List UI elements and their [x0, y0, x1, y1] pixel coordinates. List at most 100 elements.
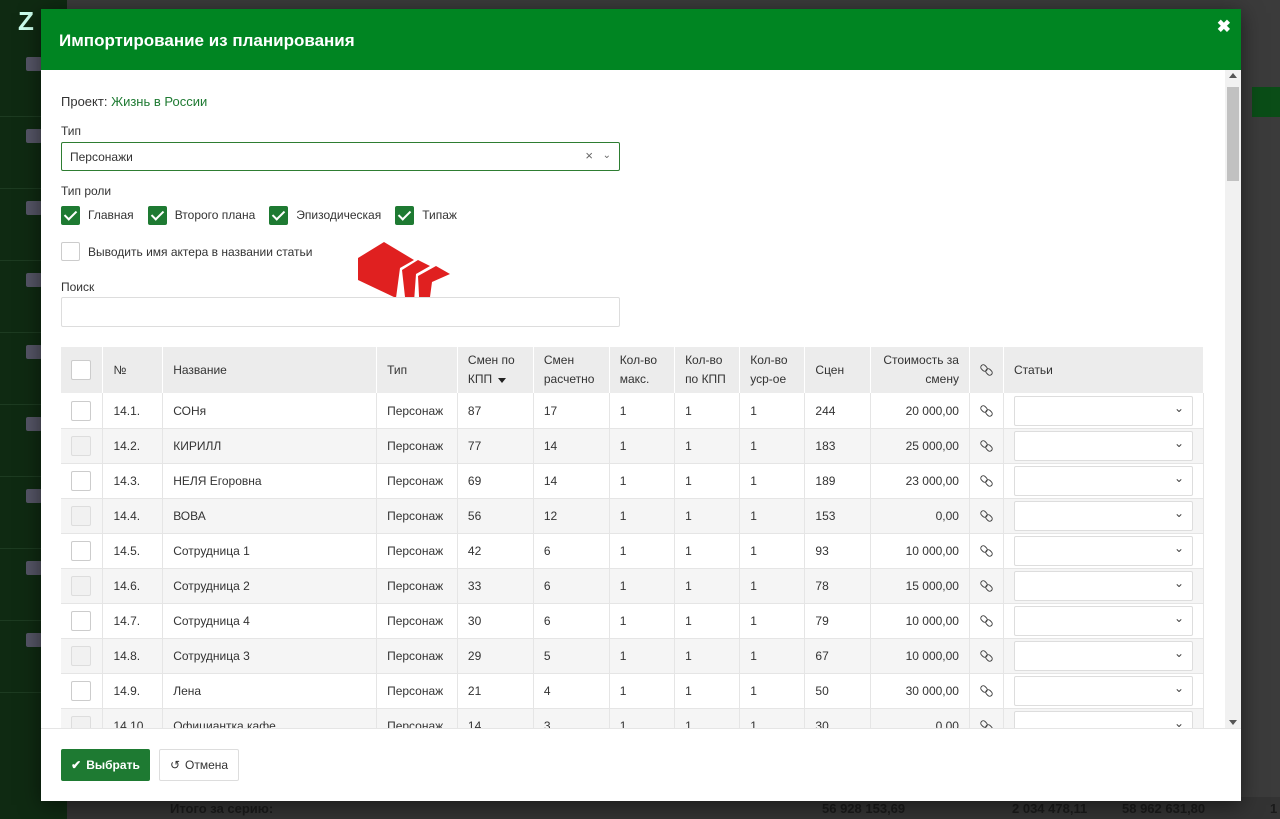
col-qty-kpp[interactable]: Кол-во по КПП — [674, 347, 741, 394]
cell-shifts_kpp: 14 — [457, 708, 534, 728]
cancel-button[interactable]: ↺ Отмена — [159, 749, 239, 781]
article-select[interactable] — [1014, 605, 1193, 636]
close-icon[interactable]: ✖ — [1217, 17, 1231, 37]
select-button[interactable]: ✔ Выбрать — [61, 749, 150, 781]
role-secondary[interactable]: Второго плана — [147, 205, 255, 225]
col-qty-max[interactable]: Кол-во макс. — [609, 347, 676, 394]
link-icon[interactable] — [980, 650, 992, 660]
col-scenes[interactable]: Сцен — [804, 347, 871, 394]
modal-title: Импортирование из планирования — [59, 31, 355, 50]
link-icon[interactable] — [980, 545, 992, 555]
link-icon[interactable] — [980, 685, 992, 695]
checkbox-checked[interactable] — [269, 205, 289, 225]
table-row[interactable]: 14.10. Официантка кафе Персонаж 14 3 1 1 1 30 0,0… — [61, 708, 1204, 728]
row-checkbox[interactable] — [71, 540, 91, 561]
type-select-value: Персонажи — [70, 150, 133, 164]
cell-cost: 0,00 — [870, 708, 970, 728]
row-checkbox[interactable] — [71, 715, 91, 728]
table-row[interactable]: 14.1. СОНя Персонаж 87 17 1 1 1 244 20 000,00 — [61, 393, 1204, 429]
role-type-cast[interactable]: Типаж — [395, 205, 457, 225]
cell-shifts_kpp: 33 — [457, 568, 534, 604]
modal-scrollbar[interactable] — [1225, 70, 1241, 728]
row-checkbox[interactable] — [71, 645, 91, 666]
cell-qty_avg: 1 — [739, 533, 806, 569]
cell-num: 14.4. — [102, 498, 164, 534]
cell-type: Персонаж — [376, 603, 458, 639]
cell-shifts_kpp: 30 — [457, 603, 534, 639]
checkbox-checked[interactable] — [61, 205, 80, 225]
col-qty-avg[interactable]: Кол-во уср-ое — [739, 347, 806, 394]
checkbox-checked[interactable] — [395, 205, 415, 225]
cell-qty_avg: 1 — [739, 568, 806, 604]
clear-icon[interactable]: × — [585, 148, 593, 163]
checkbox-unchecked[interactable] — [61, 242, 80, 261]
type-label: Тип — [61, 124, 82, 138]
col-name[interactable]: Название — [162, 347, 378, 394]
row-checkbox[interactable] — [71, 610, 91, 631]
article-select[interactable] — [1014, 640, 1193, 671]
cell-type: Персонаж — [376, 568, 458, 604]
link-icon[interactable] — [980, 510, 992, 520]
article-select[interactable] — [1014, 500, 1193, 531]
table-row[interactable]: 14.2. КИРИЛЛ Персонаж 77 14 1 1 1 183 25 000,00 — [61, 428, 1204, 464]
col-shifts-kpp[interactable]: Смен по КПП — [457, 347, 534, 394]
actor-name-option[interactable]: Выводить имя актера в названии статьи — [61, 242, 313, 261]
chevron-down-icon[interactable]: ⌄ — [603, 150, 611, 161]
article-select[interactable] — [1014, 675, 1193, 706]
row-checkbox[interactable] — [71, 470, 91, 491]
link-icon[interactable] — [980, 440, 992, 450]
cell-cost: 20 000,00 — [870, 393, 970, 429]
table-row[interactable]: 14.7. Сотрудница 4 Персонаж 30 6 1 1 1 79 10 000,… — [61, 603, 1204, 639]
col-cost[interactable]: Стоимость за смену — [870, 347, 970, 394]
col-num[interactable]: № — [102, 347, 164, 394]
search-input[interactable] — [61, 297, 620, 327]
article-select[interactable] — [1014, 465, 1193, 496]
table-row[interactable]: 14.6. Сотрудница 2 Персонаж 33 6 1 1 1 78 15 000,… — [61, 568, 1204, 604]
cell-shifts_kpp: 77 — [457, 428, 534, 464]
table-row[interactable]: 14.9. Лена Персонаж 21 4 1 1 1 50 30 000,00 — [61, 673, 1204, 709]
sort-desc-icon[interactable] — [498, 377, 507, 383]
role-main[interactable]: Главная — [61, 205, 134, 225]
scrollbar-thumb[interactable] — [1227, 87, 1239, 181]
link-icon[interactable] — [980, 405, 992, 415]
row-checkbox[interactable] — [71, 505, 91, 526]
table-row[interactable]: 14.3. НЕЛЯ Егоровна Персонаж 69 14 1 1 1 189 23 0… — [61, 463, 1204, 499]
role-episodic[interactable]: Эпизодическая — [269, 205, 381, 225]
cell-shifts_calc: 6 — [533, 533, 610, 569]
col-type[interactable]: Тип — [376, 347, 458, 394]
article-select[interactable] — [1014, 570, 1193, 601]
link-icon[interactable] — [980, 615, 992, 625]
link-icon[interactable] — [980, 720, 992, 728]
row-checkbox[interactable] — [71, 435, 91, 456]
checkbox-checked[interactable] — [147, 205, 167, 225]
cell-name: Сотрудница 2 — [162, 568, 378, 604]
type-select[interactable]: Персонажи × ⌄ — [61, 142, 620, 171]
row-checkbox[interactable] — [71, 680, 91, 701]
cell-qty_avg: 1 — [739, 428, 806, 464]
cell-type: Персонаж — [376, 533, 458, 569]
modal-header: Импортирование из планирования ✖ — [41, 9, 1241, 70]
cell-cost: 25 000,00 — [870, 428, 970, 464]
role-type-label: Тип роли — [61, 184, 112, 198]
article-select[interactable] — [1014, 710, 1193, 728]
modal-body: Проект: Жизнь в России Тип Персонажи × ⌄… — [41, 70, 1241, 728]
link-icon[interactable] — [980, 580, 992, 590]
article-select[interactable] — [1014, 395, 1193, 426]
table-row[interactable]: 14.5. Сотрудница 1 Персонаж 42 6 1 1 1 93 10 000,… — [61, 533, 1204, 569]
cell-shifts_calc: 6 — [533, 568, 610, 604]
article-select[interactable] — [1014, 430, 1193, 461]
cell-type: Персонаж — [376, 708, 458, 728]
select-all-checkbox[interactable] — [71, 360, 91, 381]
table-row[interactable]: 14.8. Сотрудница 3 Персонаж 29 5 1 1 1 67 10 000,… — [61, 638, 1204, 674]
link-icon[interactable] — [980, 475, 992, 485]
article-select[interactable] — [1014, 535, 1193, 566]
col-shifts-calc[interactable]: Смен расчетно — [533, 347, 610, 394]
project-link[interactable]: Жизнь в России — [111, 94, 207, 109]
scroll-up-icon[interactable] — [1229, 73, 1237, 78]
row-checkbox[interactable] — [71, 400, 91, 421]
table-row[interactable]: 14.4. ВОВА Персонаж 56 12 1 1 1 153 0,00 — [61, 498, 1204, 534]
cell-scenes: 244 — [804, 393, 871, 429]
cell-qty_max: 1 — [609, 463, 676, 499]
scroll-down-icon[interactable] — [1229, 720, 1237, 725]
row-checkbox[interactable] — [71, 575, 91, 596]
